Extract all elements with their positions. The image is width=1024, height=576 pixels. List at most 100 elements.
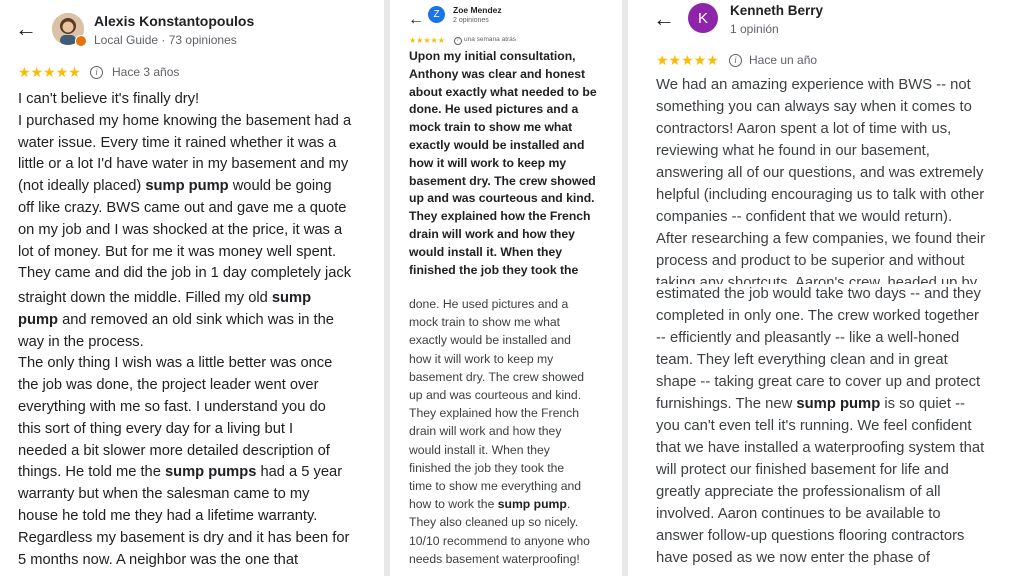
review-text-line: finished the job they took the — [409, 262, 579, 277]
review-text-line: off like crazy. BWS came out and gave me… — [18, 199, 347, 216]
review-text-line: They also cleaned up so nicely. — [409, 515, 579, 530]
arrow-left-icon[interactable]: ← — [653, 8, 675, 30]
review-text-line: way in the process. — [18, 333, 144, 350]
star-rating: ★★★★★ — [18, 64, 81, 80]
review-text-line: Upon my initial consultation, — [409, 49, 576, 63]
review-text-line: something you can always say when it com… — [656, 99, 972, 115]
review-text-line: done. He used pictures and a — [409, 297, 569, 311]
review-text-line: 10/10 recommend to anyone who — [409, 533, 590, 548]
review-text-line: exactly would be installed and — [409, 137, 585, 152]
review-text-line: I purchased my home knowing the basement… — [18, 112, 352, 129]
review-text-line: They explained how the French — [409, 209, 591, 224]
review-text-line: helpful (including encouraging us to tal… — [656, 187, 985, 203]
review-text-line: done. He used pictures and a — [409, 102, 579, 117]
review-text-line: The only thing I wish was a little bette… — [18, 355, 333, 372]
avatar[interactable]: K — [688, 3, 718, 33]
review-text-line: -- efficiently and pleasantly -- like a … — [656, 330, 960, 346]
star-rating: ★★★★★ — [656, 52, 719, 68]
review-text-line: process and product to be superior and w… — [656, 253, 965, 269]
review-text-line: finished the job they took the — [409, 460, 565, 475]
review-text-line: how it will work to keep my — [409, 351, 554, 366]
review-text-line: answer follow-up questions flooring cont… — [656, 528, 965, 544]
review-text-line: Anthony was clear and honest — [409, 66, 586, 81]
review-text-line: straight down the middle. Filled my old … — [18, 290, 312, 306]
review-text-line: time to show me everything and — [409, 479, 582, 494]
author-meta: Local Guide · 73 opiniones — [94, 33, 237, 47]
review-text-top: We had an amazing experience with BWS --… — [656, 74, 1024, 284]
review-text-line: answering all of our questions, and was … — [656, 165, 984, 181]
review-text-line: would install it. When they — [409, 442, 550, 457]
review-text-line: We had an amazing experience with BWS --… — [656, 77, 971, 93]
review-text-line: up and was courteous and kind. — [409, 191, 595, 206]
review-text-line: exactly would be installed and — [409, 333, 571, 348]
review-text-bottom: estimated the job would take two days --… — [656, 283, 1024, 576]
highlighted-keyword: sump pumps — [164, 464, 257, 481]
arrow-left-icon[interactable]: ← — [15, 18, 37, 40]
review-text-line: warranty but when the salesman came to m… — [18, 486, 310, 503]
review-text-line: needed a bit slower more detailed descri… — [18, 442, 330, 459]
review-text-line: on my job and I was shocked at the price… — [18, 221, 343, 238]
review-text-line: pump and removed an old sink which was i… — [18, 311, 334, 328]
review-text-bottom: done. He used pictures and a mock train t… — [409, 295, 622, 576]
review-text-line: this sort of thing every day for a livin… — [18, 420, 294, 437]
review-text-line: They came and did the job in 1 day compl… — [18, 265, 352, 282]
author-name[interactable]: Zoe Mendez — [453, 5, 502, 15]
info-icon[interactable]: i — [454, 37, 462, 45]
review-text-line: 5 months now. A neighbor was the one tha… — [18, 551, 299, 568]
review-text: I can't believe it's finally dry! I purch… — [18, 89, 351, 284]
review-text-line: the job was done, the project leader wen… — [18, 377, 319, 394]
review-text-line: house he told me they had a lifetime war… — [18, 507, 318, 524]
review-text-line: After researching a few companies, we fo… — [656, 231, 985, 247]
avatar[interactable]: Z — [428, 6, 445, 23]
highlighted-keyword: sump pump — [145, 178, 229, 195]
author-meta: 1 opinión — [730, 22, 779, 36]
review-text-line: little or a lot I'd have water in my bas… — [18, 156, 349, 173]
review-text-top: Upon my initial consultation, Anthony was… — [409, 48, 622, 286]
local-guide-badge-icon — [75, 35, 87, 47]
highlighted-keyword: sump — [271, 290, 312, 306]
author-meta: 2 opiniones — [453, 17, 489, 24]
author-name[interactable]: Kenneth Berry — [730, 3, 823, 18]
review-text-line: Regardless my basement is dry and it has… — [18, 529, 350, 546]
review-date: una semana atrás — [464, 36, 517, 43]
highlighted-keyword: sump pump — [796, 396, 881, 412]
review-text-bottom: straight down the middle. Filled my old … — [18, 288, 382, 576]
review-text-line: reviewing what he found in our basement, — [656, 143, 930, 159]
review-text-line: basement dry. The crew showed — [409, 369, 584, 384]
review-text-line: They explained how the French — [409, 406, 580, 421]
review-text-top: I can't believe it's finally dry! I purch… — [18, 89, 382, 284]
highlighted-keyword: pump — [18, 311, 58, 328]
review-text-line: mock train to show me what — [409, 315, 561, 330]
review-date: Hace un año — [749, 53, 818, 67]
review-text-line: lot of money. But for me it was money we… — [18, 243, 337, 260]
arrow-left-icon[interactable]: ← — [408, 9, 424, 31]
review-text-line: drain will work and how they — [409, 424, 562, 439]
review-text-line: completed in only one. The crew worked t… — [656, 308, 979, 324]
review-text-line: everything with me so fast. I understand… — [18, 398, 326, 415]
review-text-line: companies -- confident that we would ret… — [656, 209, 953, 225]
review-text-line: how it will work to keep my — [409, 155, 567, 170]
author-name[interactable]: Alexis Konstantopoulos — [94, 13, 254, 29]
review-text-line: drain will work and how they — [409, 226, 575, 241]
review-text-line: needs basement waterproofing! — [409, 551, 580, 566]
review-text: Upon my initial consultation, Anthony was… — [409, 48, 597, 279]
review-text-line: would install it. When they — [409, 244, 563, 259]
review-text-line: things. He told me the sump pumps had a … — [18, 464, 343, 481]
review-text-line: will protect our finished basement for l… — [656, 462, 949, 478]
info-icon[interactable]: i — [729, 54, 742, 67]
info-icon[interactable]: i — [90, 66, 103, 79]
review-text-line: about exactly what needed to be — [409, 84, 597, 99]
review-text-line: furnishings. The new sump pump is so qui… — [656, 396, 965, 412]
review-text-line: you can't even tell it's running. We fee… — [656, 418, 972, 434]
highlighted-keyword: sump pump — [497, 497, 567, 512]
review-text-line: that we have installed a waterproofing s… — [656, 440, 985, 456]
review-text-line: have posed as we now enter the phase of — [656, 550, 930, 566]
review-text-line: how to work the sump pump. — [409, 497, 571, 512]
review-text: done. He used pictures and a mock train t… — [409, 295, 590, 568]
review-text-line: basement dry. The crew showed — [409, 173, 596, 188]
review-text-line: greatly appreciate the professionalism o… — [656, 484, 941, 500]
review-text-line: involved. Aaron continues to be availabl… — [656, 506, 941, 522]
star-rating: ★★★★★ — [409, 36, 445, 45]
review-text-line: (not ideally placed) sump pump would be … — [18, 178, 332, 195]
review-text-line: I can't believe it's finally dry! — [18, 91, 200, 107]
